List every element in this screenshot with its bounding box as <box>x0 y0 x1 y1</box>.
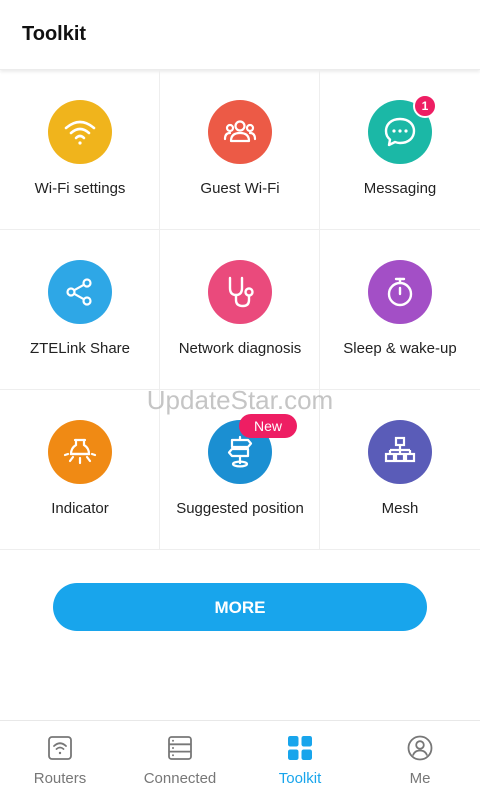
tool-sleep-wake-up[interactable]: Sleep & wake-up <box>320 230 480 390</box>
tool-label: Sleep & wake-up <box>343 340 457 357</box>
nav-label: Connected <box>143 770 217 787</box>
light-bulb-icon <box>48 420 112 484</box>
nav-connected[interactable]: Connected <box>120 721 240 801</box>
tool-messaging[interactable]: 1 Messaging <box>320 70 480 230</box>
top-header: Toolkit <box>0 0 480 70</box>
wifi-icon <box>48 100 112 164</box>
stopwatch-icon <box>368 260 432 324</box>
nav-label: Me <box>409 770 431 787</box>
new-badge: New <box>239 414 297 438</box>
tool-guest-wifi[interactable]: Guest Wi-Fi <box>160 70 320 230</box>
tool-network-diagnosis[interactable]: Network diagnosis <box>160 230 320 390</box>
tool-label: Messaging <box>363 180 437 197</box>
tool-label: Wi-Fi settings <box>34 180 126 197</box>
more-button[interactable]: MORE <box>53 583 427 631</box>
devices-icon <box>168 736 192 760</box>
page-title: Toolkit <box>22 23 87 45</box>
network-tree-icon <box>368 420 432 484</box>
nav-routers[interactable]: Routers <box>0 721 120 801</box>
tool-label: Guest Wi-Fi <box>200 180 280 197</box>
tool-ztelink-share[interactable]: ZTELink Share <box>0 230 160 390</box>
tool-label: ZTELink Share <box>29 340 131 357</box>
nav-label: Routers <box>33 770 87 787</box>
guest-users-icon <box>208 100 272 164</box>
tool-label: Suggested position <box>176 500 304 517</box>
stethoscope-icon <box>208 260 272 324</box>
unread-count-badge: 1 <box>413 94 437 118</box>
toolkit-grid: Wi-Fi settings Guest Wi-Fi 1 Messaging Z… <box>0 70 480 550</box>
share-icon <box>48 260 112 324</box>
tool-mesh[interactable]: Mesh <box>320 390 480 550</box>
tool-label: Network diagnosis <box>178 340 302 357</box>
router-icon <box>48 736 72 760</box>
user-circle-icon <box>407 735 433 761</box>
tool-label: Indicator <box>51 500 109 517</box>
grid-icon <box>288 736 312 760</box>
tool-suggested-position[interactable]: New Suggested position <box>160 390 320 550</box>
nav-me[interactable]: Me <box>360 721 480 801</box>
bottom-nav: Routers Connected Toolkit Me <box>0 720 480 800</box>
nav-label: Toolkit <box>278 770 322 787</box>
tool-indicator[interactable]: Indicator <box>0 390 160 550</box>
tool-wifi-settings[interactable]: Wi-Fi settings <box>0 70 160 230</box>
tool-label: Mesh <box>381 500 419 517</box>
nav-toolkit[interactable]: Toolkit <box>240 721 360 801</box>
